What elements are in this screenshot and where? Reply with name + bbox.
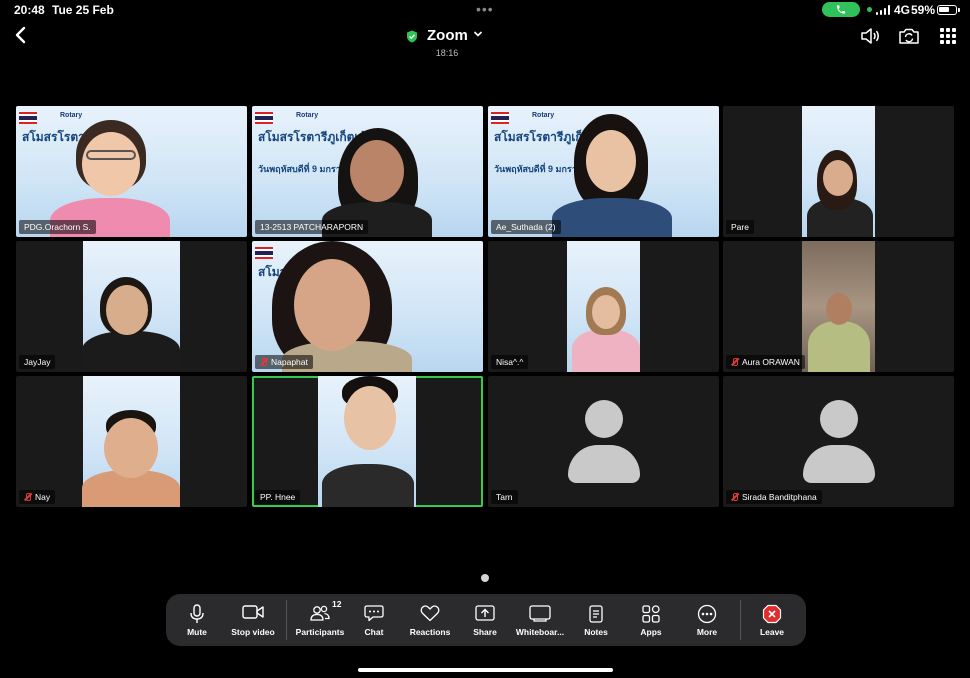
- mute-button[interactable]: Mute: [172, 594, 222, 646]
- participant-name: Nay: [19, 490, 56, 504]
- battery-percentage: 59%: [911, 3, 936, 17]
- participant-name: PDG.Orachorn S.: [19, 220, 96, 234]
- participant-name: Sirada Banditphana: [726, 490, 822, 504]
- toolbar-divider: [740, 600, 741, 640]
- cell-signal-icon: [876, 5, 890, 15]
- stop-video-button[interactable]: Stop video: [224, 594, 282, 646]
- share-screen-icon: [475, 605, 495, 621]
- leave-button[interactable]: Leave: [750, 594, 794, 646]
- switch-camera-icon[interactable]: [898, 25, 920, 47]
- participant-name: Pare: [726, 220, 754, 234]
- thai-flag-icon: [19, 112, 37, 124]
- video-camera-icon: [242, 605, 264, 619]
- whiteboard-icon: [529, 605, 551, 622]
- apps-button[interactable]: Apps: [632, 594, 670, 646]
- participant-name: Aura ORAWAN: [726, 355, 805, 369]
- default-avatar-icon: [820, 400, 858, 438]
- speaker-icon[interactable]: [859, 25, 881, 47]
- video-tile[interactable]: Sirada Banditphana: [723, 376, 954, 507]
- video-gallery: Rotary สโมสรโรตารีภูเก็ตเช้า PDG.Orachor…: [16, 106, 954, 507]
- video-tile-active-speaker[interactable]: PP. Hnee: [252, 376, 483, 507]
- notes-icon: [589, 605, 603, 623]
- network-type: 4G: [894, 3, 911, 17]
- video-tile[interactable]: Rotary สโมสรโรตารีภูเก็ตเช้า วันพฤหัสบดี…: [488, 106, 719, 237]
- muted-mic-icon: [731, 493, 739, 501]
- video-tile[interactable]: Pare: [723, 106, 954, 237]
- status-bar: 20:48 Tue 25 Feb ••• 4G 59%: [0, 0, 970, 20]
- status-time: 20:48: [14, 3, 45, 17]
- participant-name: PP. Hnee: [255, 490, 301, 504]
- share-button[interactable]: Share: [464, 594, 506, 646]
- video-tile[interactable]: JayJay: [16, 241, 247, 372]
- thai-flag-icon: [255, 112, 273, 124]
- home-indicator[interactable]: [358, 668, 613, 672]
- rotary-logo: Rotary: [532, 112, 555, 119]
- mic-in-use-dot: [867, 7, 872, 12]
- rotary-logo: Rotary: [296, 112, 319, 119]
- chat-icon: [364, 605, 384, 622]
- participant-name: Nisa^.^: [491, 355, 529, 369]
- call-indicator-icon[interactable]: [822, 2, 860, 17]
- meeting-timer: 18:16: [435, 48, 459, 58]
- video-tile[interactable]: สโมสรโรตารีภูเก็ตเช้า Napaphat: [252, 241, 483, 372]
- video-tile[interactable]: Rotary สโมสรโรตารีภูเก็ตเช้า วันพฤหัสบดี…: [252, 106, 483, 237]
- video-tile[interactable]: Rotary สโมสรโรตารีภูเก็ตเช้า PDG.Orachor…: [16, 106, 247, 237]
- battery-icon: [937, 5, 960, 15]
- more-dots-icon: [697, 604, 717, 624]
- status-date: Tue 25 Feb: [52, 3, 114, 17]
- microphone-icon: [190, 604, 204, 623]
- back-chevron-icon[interactable]: [11, 25, 31, 45]
- participant-name: JayJay: [19, 355, 56, 369]
- apps-icon: [642, 605, 660, 623]
- encryption-shield-icon[interactable]: [406, 30, 418, 43]
- meeting-title[interactable]: Zoom: [427, 27, 468, 44]
- chevron-down-icon[interactable]: [473, 30, 483, 38]
- video-tile[interactable]: Tarn: [488, 376, 719, 507]
- muted-mic-icon: [731, 358, 739, 366]
- meeting-toolbar: Mute Stop video 12 Participants Chat Rea…: [166, 594, 806, 646]
- chat-button[interactable]: Chat: [354, 594, 394, 646]
- video-tile[interactable]: Nay: [16, 376, 247, 507]
- whiteboard-button[interactable]: Whiteboar...: [512, 594, 568, 646]
- participants-button[interactable]: 12 Participants: [290, 594, 350, 646]
- gallery-grid-icon[interactable]: [937, 25, 959, 47]
- participant-count-badge: 12: [332, 599, 342, 609]
- participants-icon: [310, 605, 330, 621]
- more-button[interactable]: More: [688, 594, 726, 646]
- leave-icon: [762, 604, 782, 624]
- heart-icon: [420, 605, 440, 622]
- video-tile[interactable]: Nisa^.^: [488, 241, 719, 372]
- default-avatar-icon: [585, 400, 623, 438]
- reactions-button[interactable]: Reactions: [404, 594, 456, 646]
- thai-flag-icon: [255, 247, 273, 259]
- participant-name: 13-2513 PATCHARAPORN: [255, 220, 369, 234]
- muted-mic-icon: [260, 358, 268, 366]
- participant-name: Napaphat: [255, 355, 313, 369]
- participant-video: [802, 241, 875, 372]
- page-indicator[interactable]: [481, 574, 489, 582]
- notes-button[interactable]: Notes: [576, 594, 616, 646]
- muted-mic-icon: [24, 493, 32, 501]
- toolbar-divider: [286, 600, 287, 640]
- multitasking-dots-icon[interactable]: •••: [476, 1, 494, 17]
- video-tile[interactable]: Aura ORAWAN: [723, 241, 954, 372]
- participant-name: Ae_Suthada (2): [491, 220, 561, 234]
- participant-name: Tarn: [491, 490, 518, 504]
- rotary-logo: Rotary: [60, 112, 83, 119]
- thai-flag-icon: [491, 112, 509, 124]
